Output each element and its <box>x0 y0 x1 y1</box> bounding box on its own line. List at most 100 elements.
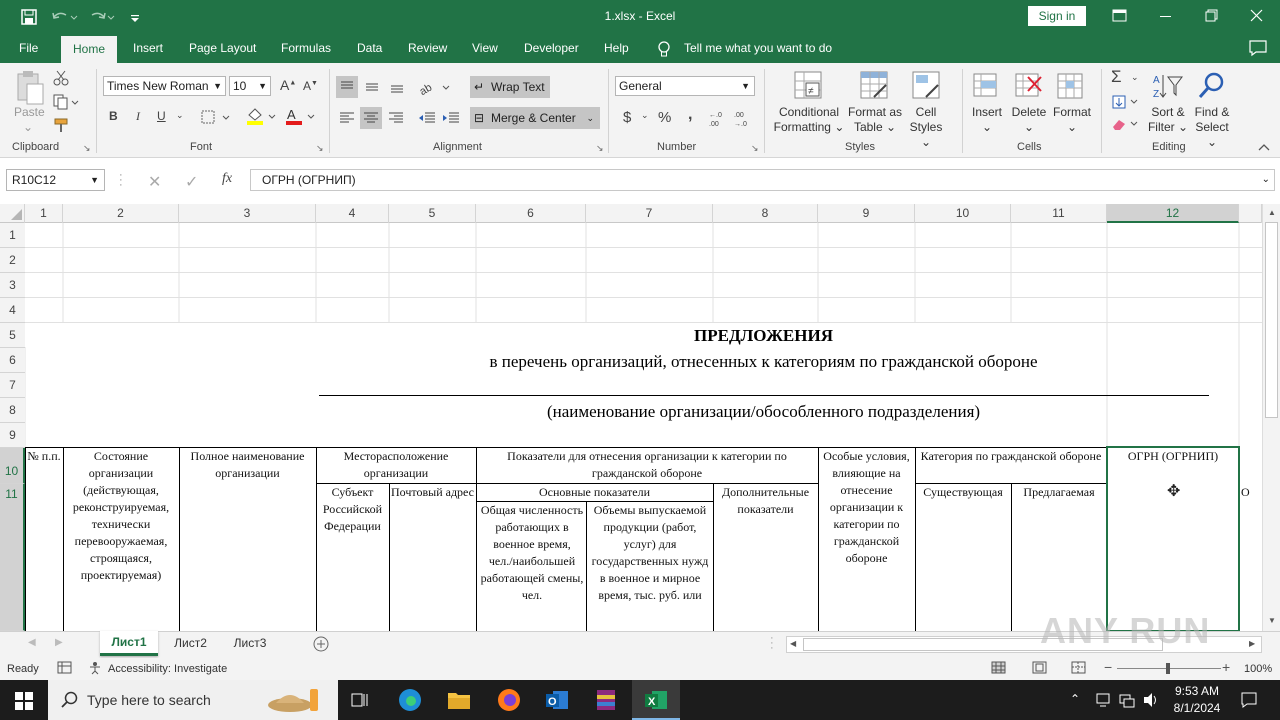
tab-formulas[interactable]: Formulas <box>281 41 331 55</box>
task-view-icon[interactable] <box>351 691 369 709</box>
vertical-scrollbar[interactable]: ▲ ▼ <box>1262 204 1280 631</box>
header-ogrn[interactable]: ОГРН (ОГРНИП) <box>1109 448 1237 465</box>
zoom-slider-handle[interactable] <box>1166 663 1170 674</box>
increase-decimal-icon[interactable]: ←.0.00 <box>708 108 730 128</box>
cell-styles-icon[interactable] <box>912 71 942 101</box>
clock-time[interactable]: 9:53 AM <box>1170 684 1224 698</box>
row-header[interactable]: 9 <box>0 423 25 448</box>
scroll-left-icon[interactable]: ◀ <box>790 639 796 648</box>
row-header[interactable]: 11 <box>0 484 25 631</box>
column-header[interactable]: 7 <box>586 204 713 223</box>
column-header[interactable]: 2 <box>63 204 179 223</box>
sort-filter-icon[interactable]: AZ <box>1151 71 1183 101</box>
font-launcher-icon[interactable]: ↘ <box>316 143 324 154</box>
paste-dropdown-icon[interactable]: ⌄ <box>23 120 33 134</box>
windows-start-icon[interactable] <box>15 692 33 710</box>
row-header[interactable]: 2 <box>0 248 25 273</box>
save-icon[interactable] <box>19 7 39 27</box>
decrease-font-icon[interactable]: A▼ <box>303 79 318 93</box>
insert-cells-icon[interactable] <box>972 71 1002 101</box>
currency-dropdown-icon[interactable]: ⌄ <box>641 110 649 121</box>
wrap-text-button[interactable]: ↵ Wrap Text <box>470 76 550 98</box>
restore-icon[interactable] <box>1198 6 1224 26</box>
row-header[interactable]: 10 <box>0 448 25 484</box>
tray-overflow-icon[interactable]: ⌃ <box>1070 692 1080 706</box>
sheet-tab[interactable]: Лист2 <box>163 636 218 650</box>
outlook-icon[interactable]: O <box>545 688 569 712</box>
zoom-out-icon[interactable]: − <box>1104 659 1112 675</box>
orientation-icon[interactable]: ab <box>417 76 451 98</box>
tab-developer[interactable]: Developer <box>524 41 579 55</box>
font-name-select[interactable]: Times New Roman ▼ <box>103 76 226 96</box>
confirm-entry-icon[interactable]: ✓ <box>185 172 198 192</box>
add-sheet-icon[interactable] <box>312 635 330 653</box>
column-header[interactable]: 9 <box>818 204 915 223</box>
number-launcher-icon[interactable]: ↘ <box>751 143 759 154</box>
column-header-partial[interactable] <box>1239 204 1262 223</box>
comments-icon[interactable] <box>1248 39 1268 57</box>
tab-view[interactable]: View <box>472 41 498 55</box>
autosum-dropdown-icon[interactable]: ⌄ <box>1131 72 1139 83</box>
row-header[interactable]: 7 <box>0 373 25 398</box>
tab-insert[interactable]: Insert <box>133 41 163 55</box>
format-as-table-button[interactable]: Format as Table ⌄ <box>847 105 903 135</box>
column-header[interactable]: 3 <box>179 204 316 223</box>
cut-icon[interactable] <box>53 70 69 86</box>
increase-indent-icon[interactable] <box>440 107 462 129</box>
zoom-level[interactable]: 100% <box>1244 663 1272 675</box>
scroll-down-icon[interactable]: ▼ <box>1268 616 1276 625</box>
tab-review[interactable]: Review <box>408 41 447 55</box>
network-tray-icon[interactable] <box>1095 691 1113 709</box>
column-header[interactable]: 8 <box>713 204 818 223</box>
conditional-formatting-icon[interactable]: ≠ <box>794 71 824 101</box>
edge-icon[interactable] <box>398 688 422 712</box>
zoom-in-icon[interactable]: + <box>1222 659 1230 675</box>
row-header[interactable]: 5 <box>0 323 25 348</box>
formula-input[interactable]: ОГРН (ОГРНИП) ⌄ <box>250 169 1275 191</box>
align-center-button[interactable] <box>360 107 382 129</box>
row-header[interactable]: 8 <box>0 398 25 423</box>
tab-home[interactable]: Home <box>61 36 117 63</box>
redo-icon[interactable] <box>88 7 115 27</box>
scroll-right-icon[interactable]: ▶ <box>1249 639 1255 648</box>
alignment-launcher-icon[interactable]: ↘ <box>596 143 604 154</box>
sort-filter-button[interactable]: Sort & Filter ⌄ <box>1143 105 1193 135</box>
bold-button[interactable]: B <box>109 109 118 123</box>
undo-icon[interactable] <box>49 7 78 27</box>
fill-icon[interactable] <box>1111 94 1141 110</box>
clear-icon[interactable] <box>1111 116 1141 132</box>
decrease-indent-icon[interactable] <box>416 107 438 129</box>
copy-icon[interactable] <box>53 94 79 110</box>
column-header[interactable]: 4 <box>316 204 389 223</box>
find-select-button[interactable]: Find & Select ⌄ <box>1190 105 1234 150</box>
decrease-decimal-icon[interactable]: .00 →.0 <box>733 108 755 128</box>
excel-taskbar-button[interactable]: X <box>632 680 680 720</box>
increase-font-icon[interactable]: A▲ <box>280 77 296 93</box>
next-sheet-icon[interactable]: ▶ <box>55 637 63 648</box>
cell-styles-button[interactable]: Cell Styles ⌄ <box>903 105 949 150</box>
align-middle-button[interactable] <box>361 76 383 98</box>
close-icon[interactable] <box>1244 6 1270 26</box>
align-bottom-button[interactable] <box>386 76 408 98</box>
align-right-button[interactable] <box>385 107 407 129</box>
prev-sheet-icon[interactable]: ◀ <box>28 637 36 648</box>
column-header[interactable]: 10 <box>915 204 1011 223</box>
conditional-formatting-button[interactable]: Conditional Formatting ⌄ <box>772 105 846 135</box>
volume-icon[interactable] <box>1142 691 1160 709</box>
accessibility-status[interactable]: Accessibility: Investigate <box>108 663 227 675</box>
comma-style-button[interactable]: , <box>688 106 692 124</box>
autosum-button[interactable]: Σ <box>1111 67 1122 87</box>
customize-toolbar-icon[interactable] <box>128 7 148 27</box>
font-color-icon[interactable]: A <box>285 107 317 125</box>
currency-button[interactable]: $ <box>623 109 631 126</box>
format-cells-button[interactable]: Format ⌄ <box>1050 105 1094 135</box>
sign-in-button[interactable]: Sign in <box>1028 6 1086 26</box>
sheet-tab[interactable]: Лист3 <box>224 636 276 650</box>
cancel-entry-icon[interactable]: ✕ <box>148 172 161 192</box>
row-header[interactable]: 1 <box>0 223 25 248</box>
paste-icon[interactable] <box>15 70 45 106</box>
worksheet-grid[interactable]: 1 2 3 4 5 6 7 8 9 10 11 ПРЕДЛОЖЕНИЯ в пе… <box>0 223 1262 631</box>
paste-button[interactable]: Paste <box>14 105 45 119</box>
tab-help[interactable]: Help <box>604 41 629 55</box>
tab-file[interactable]: File <box>19 41 38 55</box>
